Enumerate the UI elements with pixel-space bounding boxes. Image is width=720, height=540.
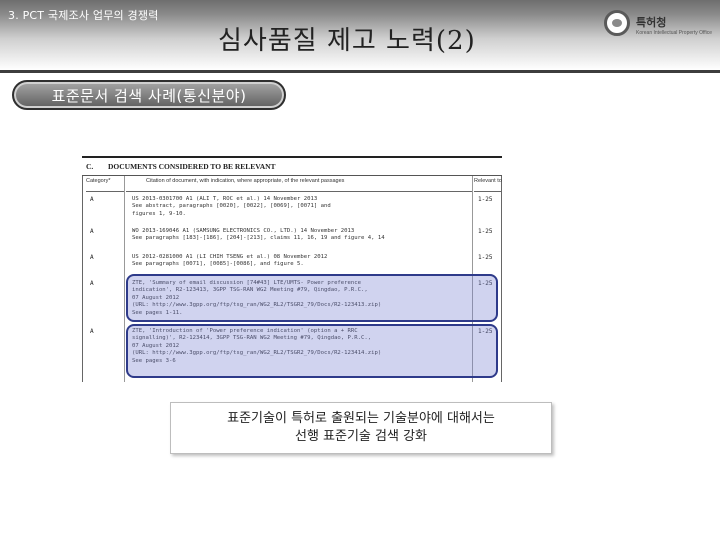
caption-box: 표준기술이 특허로 출원되는 기술분야에 대해서는 선행 표준기술 검색 강화 bbox=[170, 402, 552, 454]
doc-frame-right bbox=[501, 176, 502, 382]
caption-line-2: 선행 표준기술 검색 강화 bbox=[295, 429, 427, 444]
highlight-box-standard-doc-2 bbox=[126, 324, 498, 378]
highlight-box-standard-doc-1 bbox=[126, 274, 498, 322]
citation-relevant: 1-25 bbox=[478, 196, 493, 203]
citation-category: A bbox=[90, 228, 94, 235]
citation-category: A bbox=[90, 254, 94, 261]
col-header-category: Category* bbox=[86, 178, 124, 192]
caption-line-1: 표준기술이 특허로 출원되는 기술분야에 대해서는 bbox=[227, 411, 495, 426]
subtitle-pill: 표준문서 검색 사례(통신분야) bbox=[12, 80, 286, 110]
doc-frame-left bbox=[82, 176, 83, 382]
citation-text: US 2012-0281000 A1 (LI CHIH TSENG et al.… bbox=[132, 254, 328, 268]
doc-section-letter: C. bbox=[86, 162, 94, 171]
kipo-logo: 특허청 Korean Intellectual Property Office bbox=[604, 8, 712, 48]
doc-column-divider bbox=[124, 176, 125, 382]
col-header-relevant: Relevant to claim No. bbox=[474, 178, 502, 192]
logo-subtitle: Korean Intellectual Property Office bbox=[636, 30, 713, 36]
subtitle-text: 표준문서 검색 사례(통신분야) bbox=[51, 86, 247, 105]
citation-relevant: 1-25 bbox=[478, 254, 493, 261]
citation-text: WO 2013-169046 A1 (SAMSUNG ELECTRONICS C… bbox=[132, 228, 385, 242]
slide-title: 심사품질 제고 노력(2) bbox=[218, 26, 476, 56]
citation-category: A bbox=[90, 196, 94, 203]
citation-relevant: 1-25 bbox=[478, 228, 493, 235]
kipo-emblem-icon bbox=[604, 10, 630, 36]
header-divider bbox=[0, 70, 720, 73]
doc-section-heading: C. DOCUMENTS CONSIDERED TO BE RELEVANT bbox=[82, 156, 502, 176]
doc-section-title: DOCUMENTS CONSIDERED TO BE RELEVANT bbox=[108, 162, 276, 171]
section-label: 3. PCT 국제조사 업무의 경쟁력 bbox=[8, 9, 159, 22]
citation-category: A bbox=[90, 328, 94, 335]
col-header-citation: Citation of document, with indication, w… bbox=[126, 178, 472, 192]
citation-text: US 2013-0301700 A1 (ALI T, ROC et al.) 1… bbox=[132, 196, 331, 217]
citation-category: A bbox=[90, 280, 94, 287]
logo-name: 특허청 bbox=[636, 16, 667, 29]
